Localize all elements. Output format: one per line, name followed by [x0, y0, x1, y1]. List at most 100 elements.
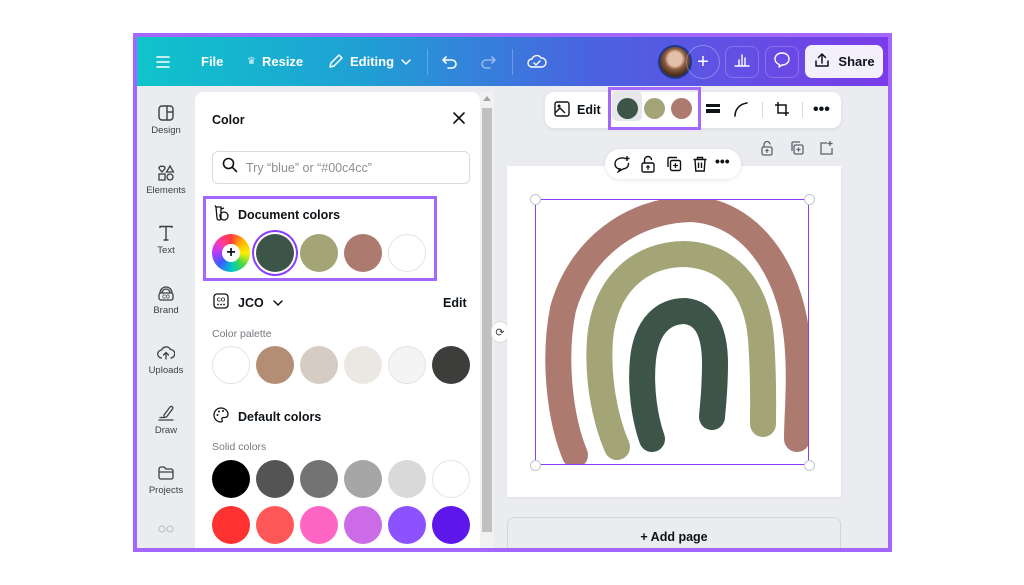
- color-search[interactable]: [212, 151, 470, 184]
- selection-frame: [535, 199, 809, 465]
- color-search-input[interactable]: [246, 160, 456, 175]
- crop-button[interactable]: [774, 92, 790, 128]
- rail-item-more-apps[interactable]: [137, 524, 195, 534]
- default-color-swatch[interactable]: [300, 506, 338, 544]
- default-color-swatch[interactable]: [344, 460, 382, 498]
- context-colors-highlight: [608, 87, 701, 130]
- brand-color-swatch[interactable]: [344, 346, 382, 384]
- lock-page-button[interactable]: [759, 140, 775, 156]
- file-menu[interactable]: File: [201, 37, 223, 86]
- brand-kit-icon: CO: [157, 284, 175, 302]
- default-color-swatch[interactable]: [212, 506, 250, 544]
- more-options-button[interactable]: •••: [813, 92, 830, 128]
- undo-button[interactable]: [441, 37, 459, 86]
- rail-item-projects[interactable]: Projects: [137, 464, 195, 496]
- default-color-swatch[interactable]: [432, 460, 470, 498]
- element-more-button[interactable]: •••: [715, 153, 733, 171]
- add-comment-button[interactable]: [613, 155, 631, 174]
- shapes-icon: [157, 164, 175, 182]
- add-collaborator-button[interactable]: +: [686, 45, 720, 79]
- default-color-swatch[interactable]: [256, 506, 294, 544]
- rail-item-brand[interactable]: CO Brand: [137, 284, 195, 316]
- close-panel-button[interactable]: [451, 110, 467, 126]
- brand-color-swatch[interactable]: [256, 346, 294, 384]
- design-page[interactable]: [507, 166, 841, 497]
- rail-label: Design: [151, 125, 181, 136]
- save-status[interactable]: [527, 37, 547, 86]
- svg-text:CO: CO: [217, 298, 226, 304]
- default-color-swatch[interactable]: [432, 506, 470, 544]
- chevron-down-icon: [400, 58, 412, 66]
- rail-item-elements[interactable]: Elements: [137, 164, 195, 196]
- brand-color-swatch[interactable]: [300, 346, 338, 384]
- image-edit-icon: [553, 100, 571, 121]
- document-color-swatch[interactable]: [256, 234, 294, 272]
- brand-color-swatch[interactable]: [388, 346, 426, 384]
- menu-button[interactable]: [155, 37, 171, 86]
- default-color-swatch[interactable]: [388, 460, 426, 498]
- brand-color-swatch[interactable]: [212, 346, 250, 384]
- brand-color-swatch[interactable]: [432, 346, 470, 384]
- default-colors-title: Default colors: [238, 409, 322, 424]
- document-palette-icon: [212, 204, 230, 225]
- redo-button[interactable]: [479, 37, 497, 86]
- duplicate-element-button[interactable]: [665, 155, 683, 173]
- scroll-up-arrow-icon[interactable]: [483, 96, 491, 101]
- edit-brand-kit-link[interactable]: Edit: [443, 296, 467, 310]
- rail-item-design[interactable]: Design: [137, 104, 195, 136]
- brand-kit-name: JCO: [238, 295, 264, 310]
- app-window: File ♛ Resize Editing + Share Design Ele…: [133, 33, 892, 552]
- brand-kit-selector[interactable]: CO JCO: [212, 292, 284, 313]
- speech-bubble-icon: [773, 51, 791, 74]
- document-color-swatch[interactable]: [344, 234, 382, 272]
- add-color-button[interactable]: +: [212, 234, 250, 272]
- share-label: Share: [838, 54, 875, 69]
- lock-icon: [639, 155, 657, 177]
- apps-icon: [157, 524, 175, 534]
- panel-scrollbar[interactable]: [480, 92, 494, 548]
- rail-label: Uploads: [148, 365, 184, 376]
- resize-handle-top-left[interactable]: [530, 194, 541, 205]
- add-page-icon-button[interactable]: [818, 140, 834, 156]
- element-toolbar: •••: [605, 149, 741, 179]
- color-palette-label: Color palette: [212, 328, 272, 340]
- layout-icon: [157, 104, 175, 122]
- resize-button[interactable]: ♛ Resize: [247, 37, 303, 86]
- corner-rounding-button[interactable]: [733, 92, 749, 128]
- default-color-swatch[interactable]: [300, 460, 338, 498]
- insights-button[interactable]: [725, 46, 759, 78]
- document-color-swatch[interactable]: [388, 234, 426, 272]
- scrollbar-thumb[interactable]: [482, 108, 492, 532]
- duplicate-page-button[interactable]: [789, 140, 805, 156]
- divider: [512, 49, 513, 75]
- rail-item-text[interactable]: Text: [137, 224, 195, 256]
- resize-label: Resize: [261, 54, 304, 69]
- rail-item-draw[interactable]: Draw: [137, 404, 195, 436]
- cloud-upload-icon: [157, 344, 175, 362]
- border-weight-icon: [705, 102, 721, 119]
- rail-label: Draw: [154, 425, 178, 436]
- default-color-swatch[interactable]: [212, 460, 250, 498]
- resize-handle-bottom-left[interactable]: [530, 460, 541, 471]
- top-bar: File ♛ Resize Editing + Share: [137, 37, 888, 86]
- share-button[interactable]: Share: [805, 45, 883, 78]
- comments-button[interactable]: [765, 46, 799, 78]
- default-color-swatch[interactable]: [344, 506, 382, 544]
- default-color-swatch[interactable]: [388, 506, 426, 544]
- edit-image-button[interactable]: Edit: [553, 92, 601, 128]
- delete-element-button[interactable]: [691, 155, 709, 173]
- resize-handle-top-right[interactable]: [804, 194, 815, 205]
- file-label: File: [201, 54, 224, 69]
- lock-element-button[interactable]: [639, 155, 657, 173]
- border-style-button[interactable]: [705, 92, 721, 128]
- svg-text:CO: CO: [162, 295, 170, 301]
- corner-rounding-icon: [733, 101, 749, 120]
- rail-item-uploads[interactable]: Uploads: [137, 344, 195, 376]
- resize-handle-bottom-right[interactable]: [804, 460, 815, 471]
- trash-icon: [691, 156, 709, 177]
- editing-mode-dropdown[interactable]: Editing: [327, 37, 412, 86]
- default-color-swatch[interactable]: [256, 460, 294, 498]
- add-page-button[interactable]: + Add page: [507, 517, 841, 548]
- document-color-swatch[interactable]: [300, 234, 338, 272]
- more-horizontal-icon: •••: [715, 153, 730, 169]
